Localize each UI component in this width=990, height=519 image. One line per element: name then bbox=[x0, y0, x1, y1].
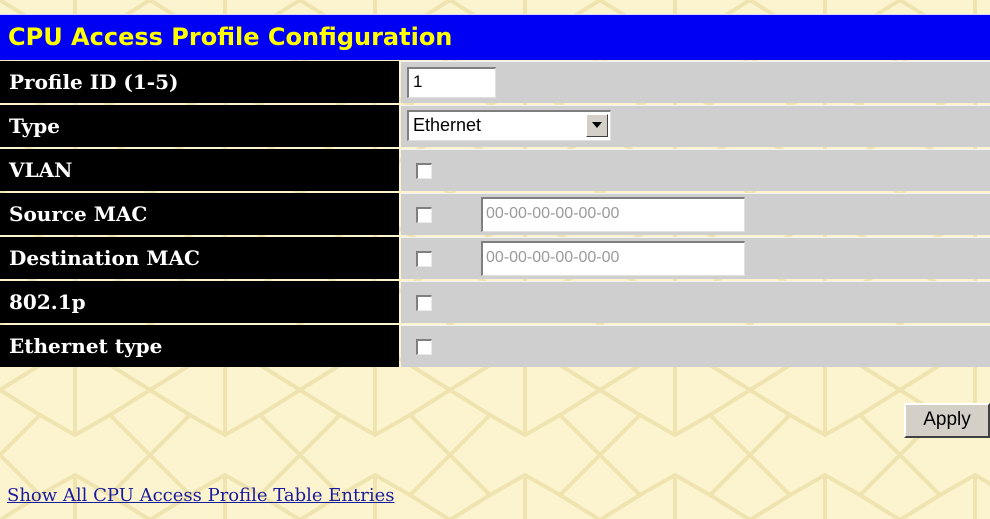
row-ethernet-type: Ethernet type bbox=[0, 324, 990, 368]
row-802-1p: 802.1p bbox=[0, 280, 990, 324]
label-cell: VLAN bbox=[0, 149, 399, 191]
value-cell: 00-00-00-00-00-00 bbox=[401, 193, 990, 235]
label-cell: Source MAC bbox=[0, 193, 399, 235]
label-cell: Ethernet type bbox=[0, 325, 399, 367]
row-profile-id: Profile ID (1-5) 1 bbox=[0, 60, 990, 104]
type-label: Type bbox=[9, 114, 61, 138]
cpu-access-profile-page: CPU Access Profile Configuration Profile… bbox=[0, 0, 990, 519]
label-cell: Destination MAC bbox=[0, 237, 399, 279]
source-mac-input[interactable]: 00-00-00-00-00-00 bbox=[481, 197, 745, 232]
label-cell: Profile ID (1-5) bbox=[0, 61, 399, 103]
label-cell: Type bbox=[0, 105, 399, 147]
type-select[interactable]: Ethernet bbox=[407, 110, 611, 141]
value-cell bbox=[401, 325, 990, 367]
value-cell bbox=[401, 281, 990, 323]
label-cell: 802.1p bbox=[0, 281, 399, 323]
value-cell bbox=[401, 149, 990, 191]
page-title: CPU Access Profile Configuration bbox=[8, 23, 453, 51]
destination-mac-input[interactable]: 00-00-00-00-00-00 bbox=[481, 241, 745, 276]
dropdown-button[interactable] bbox=[586, 114, 608, 137]
vlan-label: VLAN bbox=[9, 158, 73, 182]
show-all-entries-link[interactable]: Show All CPU Access Profile Table Entrie… bbox=[7, 482, 395, 510]
destination-mac-checkbox[interactable] bbox=[416, 251, 432, 267]
row-type: Type Ethernet bbox=[0, 104, 990, 148]
row-destination-mac: Destination MAC 00-00-00-00-00-00 bbox=[0, 236, 990, 280]
value-cell: 1 bbox=[401, 61, 990, 103]
row-source-mac: Source MAC 00-00-00-00-00-00 bbox=[0, 192, 990, 236]
ethernet-type-checkbox[interactable] bbox=[416, 339, 432, 355]
ethernet-type-label: Ethernet type bbox=[9, 334, 163, 358]
page-header: CPU Access Profile Configuration bbox=[0, 14, 990, 60]
type-select-value: Ethernet bbox=[413, 115, 482, 135]
row-vlan: VLAN bbox=[0, 148, 990, 192]
profile-id-input[interactable]: 1 bbox=[407, 67, 496, 98]
profile-id-label: Profile ID (1-5) bbox=[9, 70, 179, 94]
value-cell: 00-00-00-00-00-00 bbox=[401, 237, 990, 279]
source-mac-label: Source MAC bbox=[9, 202, 148, 226]
vlan-checkbox[interactable] bbox=[416, 163, 432, 179]
802-1p-label: 802.1p bbox=[9, 290, 86, 314]
802-1p-checkbox[interactable] bbox=[416, 295, 432, 311]
chevron-down-icon bbox=[592, 122, 602, 128]
destination-mac-label: Destination MAC bbox=[9, 246, 200, 270]
value-cell: Ethernet bbox=[401, 105, 990, 147]
source-mac-checkbox[interactable] bbox=[416, 207, 432, 223]
apply-button[interactable]: Apply bbox=[904, 403, 990, 438]
